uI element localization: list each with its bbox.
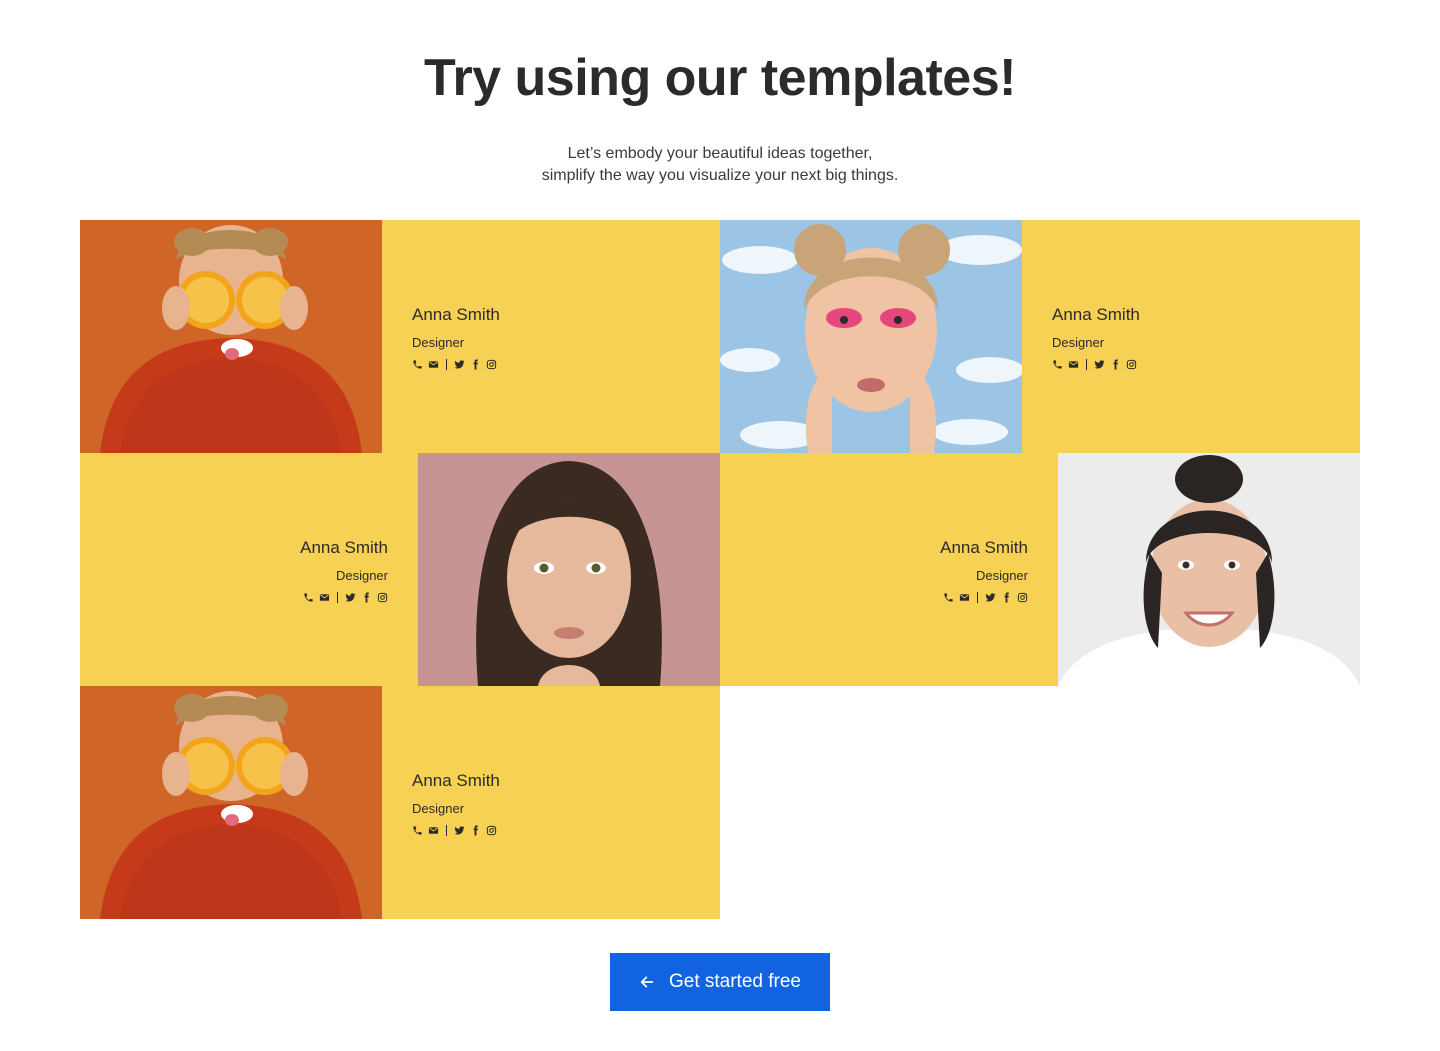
template-card[interactable]: Anna Smith Designer	[720, 453, 1360, 686]
person-name: Anna Smith	[412, 771, 500, 790]
contact-icons	[1052, 358, 1140, 370]
phone-icon[interactable]	[412, 359, 423, 370]
template-card[interactable]: Anna Smith Designer	[80, 453, 720, 686]
template-card[interactable]: Anna Smith Designer	[720, 220, 1360, 453]
twitter-icon[interactable]	[345, 592, 356, 603]
arrow-left-icon	[640, 976, 654, 988]
divider	[446, 358, 447, 370]
card-info: Anna Smith Designer	[1052, 304, 1140, 370]
divider	[977, 591, 978, 603]
phone-icon[interactable]	[943, 592, 954, 603]
phone-icon[interactable]	[303, 592, 314, 603]
profile-photo	[80, 220, 382, 453]
page-subtitle: Let’s embody your beautiful ideas togeth…	[0, 143, 1440, 187]
card-info: Anna Smith Designer	[300, 537, 388, 603]
facebook-icon[interactable]	[361, 592, 372, 603]
facebook-icon[interactable]	[470, 359, 481, 370]
divider	[1086, 358, 1087, 370]
twitter-icon[interactable]	[454, 359, 465, 370]
mail-icon[interactable]	[428, 359, 439, 370]
person-role: Designer	[412, 801, 465, 816]
instagram-icon[interactable]	[377, 592, 388, 603]
page-title: Try using our templates!	[424, 49, 1016, 107]
instagram-icon[interactable]	[1017, 592, 1028, 603]
twitter-icon[interactable]	[1094, 359, 1105, 370]
person-name: Anna Smith	[1052, 305, 1140, 324]
get-started-label: Get started free	[668, 971, 801, 992]
profile-photo	[720, 220, 1022, 453]
card-info: Anna Smith Designer	[412, 770, 500, 836]
profile-photo	[418, 453, 720, 686]
mail-icon[interactable]	[428, 825, 439, 836]
template-card[interactable]: Anna Smith Designer	[80, 220, 720, 453]
contact-icons	[412, 358, 500, 370]
mail-icon[interactable]	[1068, 359, 1079, 370]
mail-icon[interactable]	[319, 592, 330, 603]
person-role: Designer	[412, 335, 465, 350]
subtitle-line-1: Let’s embody your beautiful ideas togeth…	[567, 145, 873, 162]
instagram-icon[interactable]	[486, 359, 497, 370]
contact-icons	[300, 591, 388, 603]
twitter-icon[interactable]	[454, 825, 465, 836]
facebook-icon[interactable]	[1001, 592, 1012, 603]
contact-icons	[940, 591, 1028, 603]
person-name: Anna Smith	[940, 538, 1028, 557]
facebook-icon[interactable]	[1110, 359, 1121, 370]
person-name: Anna Smith	[412, 305, 500, 324]
twitter-icon[interactable]	[985, 592, 996, 603]
mail-icon[interactable]	[959, 592, 970, 603]
instagram-icon[interactable]	[486, 825, 497, 836]
profile-photo	[80, 686, 382, 919]
subtitle-line-2: simplify the way you visualize your next…	[541, 167, 899, 184]
template-card[interactable]: Anna Smith Designer	[80, 686, 720, 919]
instagram-icon[interactable]	[1126, 359, 1137, 370]
person-role: Designer	[975, 568, 1028, 583]
profile-photo	[1058, 453, 1360, 686]
card-info: Anna Smith Designer	[940, 537, 1028, 603]
divider	[337, 591, 338, 603]
template-grid: Anna Smith Designer Anna Smith Designer	[80, 220, 1360, 919]
person-role: Designer	[1052, 335, 1105, 350]
person-name: Anna Smith	[300, 538, 388, 557]
phone-icon[interactable]	[412, 825, 423, 836]
divider	[446, 824, 447, 836]
get-started-button[interactable]: Get started free	[610, 953, 830, 1011]
facebook-icon[interactable]	[470, 825, 481, 836]
person-role: Designer	[335, 568, 388, 583]
card-info: Anna Smith Designer	[412, 304, 500, 370]
phone-icon[interactable]	[1052, 359, 1063, 370]
contact-icons	[412, 824, 500, 836]
